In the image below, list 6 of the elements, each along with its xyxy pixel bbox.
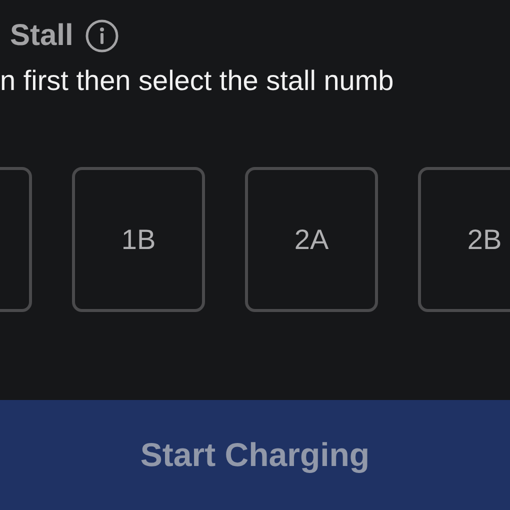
stall-button[interactable]: 1B	[72, 167, 205, 312]
info-icon[interactable]	[85, 19, 120, 53]
stall-button[interactable]: 2B	[418, 167, 510, 312]
stall-button[interactable]: 2A	[245, 167, 378, 312]
page-title: Stall	[10, 21, 74, 51]
instruction-text: n first then select the stall numb	[0, 65, 394, 96]
